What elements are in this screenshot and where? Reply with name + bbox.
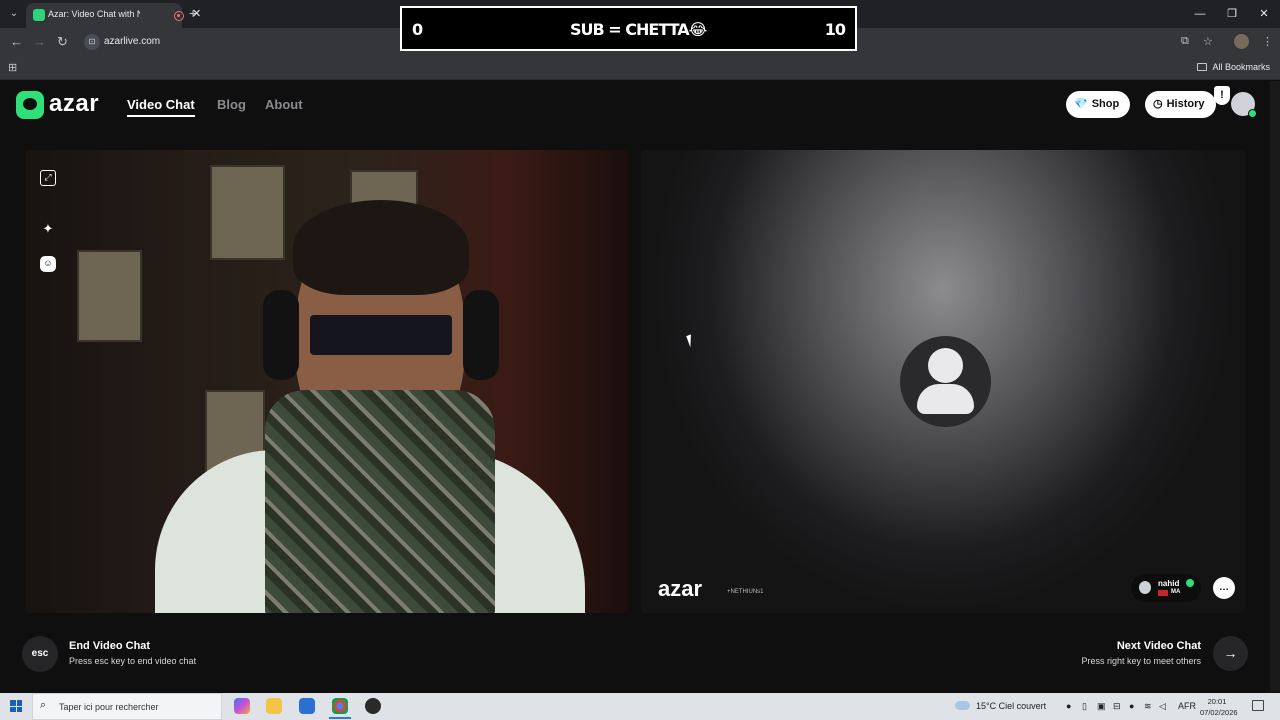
- clock-icon: ◷: [1153, 98, 1163, 110]
- all-bookmarks-button[interactable]: All Bookmarks: [1197, 62, 1270, 72]
- remote-user-avatar: [900, 336, 991, 427]
- tab-search-icon[interactable]: ⌄: [6, 6, 22, 22]
- headphones: [263, 290, 299, 380]
- morocco-flag-icon: [1158, 590, 1168, 596]
- back-icon[interactable]: ←: [10, 34, 23, 49]
- overlay-right-count: 10: [824, 20, 846, 39]
- shop-label: Shop: [1091, 98, 1120, 110]
- gem-icon: 💎: [1074, 98, 1088, 110]
- end-chat-title: End Video Chat: [69, 640, 151, 652]
- tab-title: Azar: Video Chat with New: [48, 9, 140, 19]
- obs-tray-icon[interactable]: ●: [1066, 701, 1071, 711]
- restore-button[interactable]: ❐: [1216, 0, 1248, 28]
- cloud-icon: [955, 701, 970, 710]
- profile-avatar-icon[interactable]: [1234, 34, 1249, 49]
- history-button[interactable]: ◷ History: [1145, 91, 1216, 118]
- search-icon: ⌕: [40, 699, 47, 711]
- end-chat-hint: Press esc key to end video chat: [69, 656, 197, 666]
- windows-start-icon[interactable]: [10, 700, 22, 712]
- recording-icon: [174, 11, 184, 21]
- taskbar-search-field[interactable]: ⌕ Taper ici pour rechercher: [32, 693, 222, 720]
- end-chat-button[interactable]: esc: [22, 636, 58, 672]
- tray-document-icon[interactable]: ▯: [1082, 701, 1087, 712]
- browser-tab[interactable]: Azar: Video Chat with New ✕: [26, 3, 201, 28]
- tray-display-icon[interactable]: ⊟: [1113, 701, 1121, 712]
- user-avatar[interactable]: [1231, 92, 1257, 118]
- speaker-icon[interactable]: ◁: [1159, 701, 1166, 712]
- notifications-icon[interactable]: [1252, 700, 1264, 711]
- site-info-icon[interactable]: ⊡: [84, 34, 100, 50]
- url-text: azarlive.com: [104, 36, 161, 47]
- browser-menu-icon[interactable]: ⋮: [1262, 35, 1273, 48]
- wifi-icon[interactable]: ≋: [1144, 701, 1152, 712]
- windows-taskbar: ⌕ Taper ici pour rechercher 15°C Ciel co…: [0, 693, 1280, 720]
- local-camera-view: [25, 150, 629, 613]
- clock-date: 07/02/2026: [1200, 708, 1238, 717]
- chrome-icon[interactable]: [332, 698, 348, 714]
- install-app-icon[interactable]: ⧉: [1181, 35, 1189, 48]
- online-status-dot: [1248, 109, 1257, 118]
- stream-overlay-banner: 0 SUB = CHETTA😂 10: [400, 6, 857, 51]
- person-hair: [293, 200, 469, 295]
- avatar-body: [917, 384, 974, 414]
- copilot-icon[interactable]: [234, 698, 250, 714]
- next-chat-hint: Press right key to meet others: [1081, 656, 1201, 666]
- overlay-title: SUB = CHETTA😂: [570, 20, 707, 39]
- microphone-icon[interactable]: ●: [1129, 701, 1134, 711]
- wall-poster: [210, 165, 285, 260]
- shop-button[interactable]: 💎 Shop: [1066, 91, 1131, 118]
- bookmarks-bar: ⊞ All Bookmarks: [0, 56, 1280, 80]
- nav-blog[interactable]: Blog: [217, 97, 246, 112]
- file-explorer-icon[interactable]: [266, 698, 282, 714]
- face-effect-icon[interactable]: ☺: [40, 256, 56, 272]
- brand-wordmark[interactable]: azar: [49, 90, 99, 118]
- forward-icon[interactable]: →: [33, 34, 46, 49]
- folder-icon: [1197, 63, 1208, 71]
- minimize-button[interactable]: —: [1184, 0, 1216, 28]
- close-window-button[interactable]: ✕: [1248, 0, 1280, 28]
- history-label: History: [1166, 98, 1205, 110]
- language-indicator[interactable]: AFR: [1178, 701, 1196, 711]
- report-shield-icon[interactable]: !: [1214, 86, 1230, 105]
- peer-country: MA: [1171, 589, 1181, 595]
- clock-time: 20:01: [1207, 697, 1227, 706]
- fullscreen-toggle-icon[interactable]: ⤢: [40, 170, 56, 186]
- watermark-tag: +NETHIUNs1: [727, 589, 764, 595]
- azar-logo-icon[interactable]: [16, 91, 44, 119]
- headphones: [463, 290, 499, 380]
- store-icon[interactable]: [299, 698, 315, 714]
- nav-video-chat[interactable]: Video Chat: [127, 97, 195, 117]
- new-tab-button[interactable]: +: [189, 5, 197, 21]
- search-placeholder: Taper ici pour rechercher: [59, 702, 159, 712]
- verified-badge-icon: [1186, 579, 1194, 587]
- weather-text[interactable]: 15°C Ciel couvert: [976, 701, 1046, 711]
- bookmark-star-icon[interactable]: ☆: [1203, 35, 1213, 48]
- nav-about[interactable]: About: [265, 97, 303, 112]
- active-app-indicator: [329, 717, 351, 719]
- reload-icon[interactable]: ↻: [57, 34, 68, 50]
- peer-info-chip[interactable]: nahid MA: [1131, 574, 1201, 602]
- avatar-head: [928, 348, 963, 383]
- azar-favicon-icon: [33, 9, 45, 21]
- overlay-left-count: 0: [412, 20, 423, 39]
- azar-page: azar Video Chat Blog About 💎 Shop ◷ Histor…: [0, 81, 1270, 692]
- obs-icon[interactable]: [365, 698, 381, 714]
- tray-app-icon[interactable]: ▣: [1097, 701, 1106, 712]
- plaid-scarf: [265, 390, 495, 613]
- magic-wand-filter-icon[interactable]: ✦: [40, 222, 56, 238]
- peer-avatar-icon: [1139, 581, 1151, 594]
- all-bookmarks-label: All Bookmarks: [1212, 62, 1270, 72]
- sunglasses: [310, 315, 452, 355]
- page-scrollbar[interactable]: [1270, 81, 1280, 692]
- next-chat-button[interactable]: →: [1213, 636, 1248, 671]
- apps-grid-icon[interactable]: ⊞: [8, 61, 17, 74]
- next-chat-title: Next Video Chat: [1116, 640, 1201, 652]
- azar-watermark: azar: [658, 576, 703, 601]
- chat-bubble-button[interactable]: …: [1213, 577, 1235, 599]
- peer-name: nahid: [1158, 579, 1180, 588]
- wall-poster: [77, 250, 142, 342]
- taskbar-clock[interactable]: 20:01 07/02/2026: [1200, 696, 1238, 718]
